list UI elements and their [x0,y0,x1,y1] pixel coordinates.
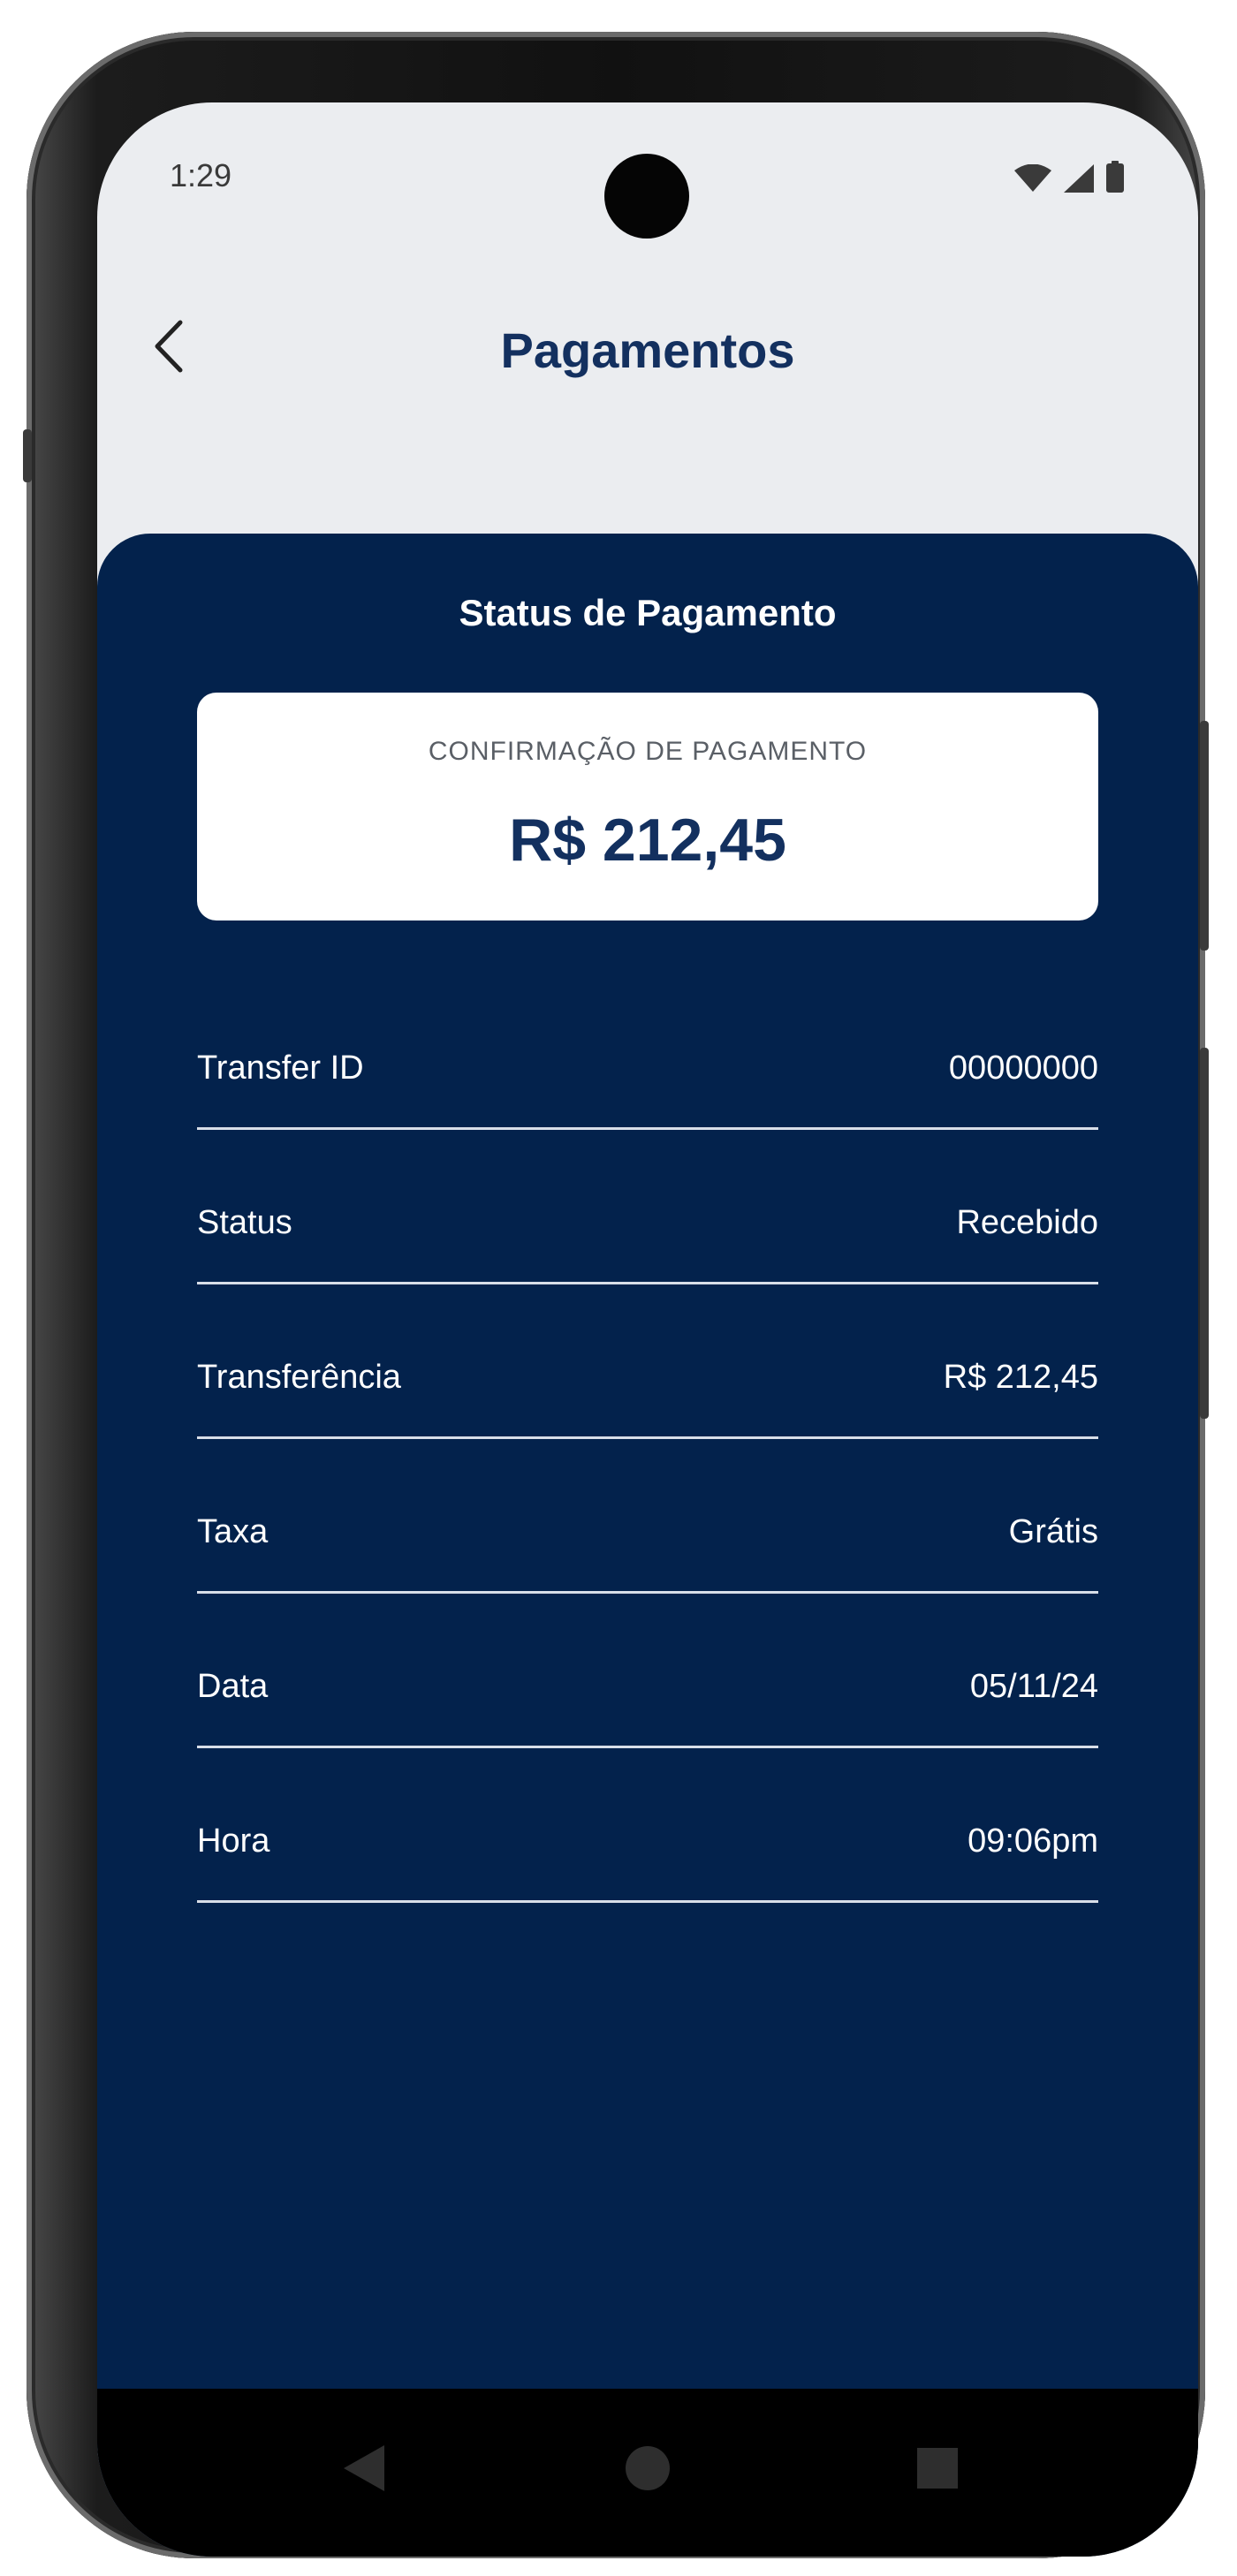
nav-home-button[interactable] [612,2433,683,2504]
power-button [1200,1048,1209,1419]
detail-value: Grátis [1008,1513,1098,1550]
recents-square-icon [917,2448,958,2489]
nav-back-button[interactable] [329,2433,399,2504]
detail-value: Recebido [956,1204,1098,1241]
detail-label: Transfer ID [197,1049,364,1087]
detail-label: Hora [197,1822,270,1860]
detail-value: R$ 212,45 [943,1359,1098,1396]
system-nav-bar [97,2389,1198,2557]
page-title: Pagamentos [500,322,795,378]
detail-value: 00000000 [948,1049,1098,1087]
front-camera [604,154,689,239]
confirmation-card: CONFIRMAÇÃO DE PAGAMENTO R$ 212,45 [197,693,1098,921]
detail-label: Status [197,1204,292,1241]
detail-row-transfer: Transferência R$ 212,45 [197,1284,1098,1439]
payment-status-panel: Status de Pagamento CONFIRMAÇÃO DE PAGAM… [97,534,1198,2557]
detail-row-date: Data 05/11/24 [197,1594,1098,1748]
volume-button [1200,721,1209,951]
detail-label: Taxa [197,1513,269,1550]
battery-icon [1106,161,1124,193]
left-side-button [23,429,32,482]
detail-value: 09:06pm [968,1822,1098,1860]
detail-row-fee: Taxa Grátis [197,1439,1098,1594]
details-list: Transfer ID 00000000 Status Recebido Tra… [197,975,1098,1903]
phone-frame: 1:29 Pagamentos Status de Pagamento CONF… [23,32,1209,2558]
signal-icon [1064,164,1094,193]
confirmation-label: CONFIRMAÇÃO DE PAGAMENTO [428,737,868,766]
app-header: Pagamentos [97,297,1198,403]
back-triangle-icon [344,2445,384,2491]
panel-title: Status de Pagamento [459,592,837,633]
confirmation-amount: R$ 212,45 [509,807,786,874]
detail-row-status: Status Recebido [197,1130,1098,1284]
wifi-icon [1014,164,1051,193]
nav-recents-button[interactable] [902,2433,973,2504]
detail-row-time: Hora 09:06pm [197,1748,1098,1903]
status-time: 1:29 [170,157,232,193]
home-circle-icon [626,2446,670,2490]
status-bar: 1:29 [97,102,1198,244]
detail-label: Transferência [197,1359,401,1396]
screen: 1:29 Pagamentos Status de Pagamento CONF… [97,102,1198,2557]
detail-label: Data [197,1668,269,1705]
detail-value: 05/11/24 [969,1668,1098,1705]
status-icons [1014,161,1124,193]
detail-row-transfer-id: Transfer ID 00000000 [197,975,1098,1130]
